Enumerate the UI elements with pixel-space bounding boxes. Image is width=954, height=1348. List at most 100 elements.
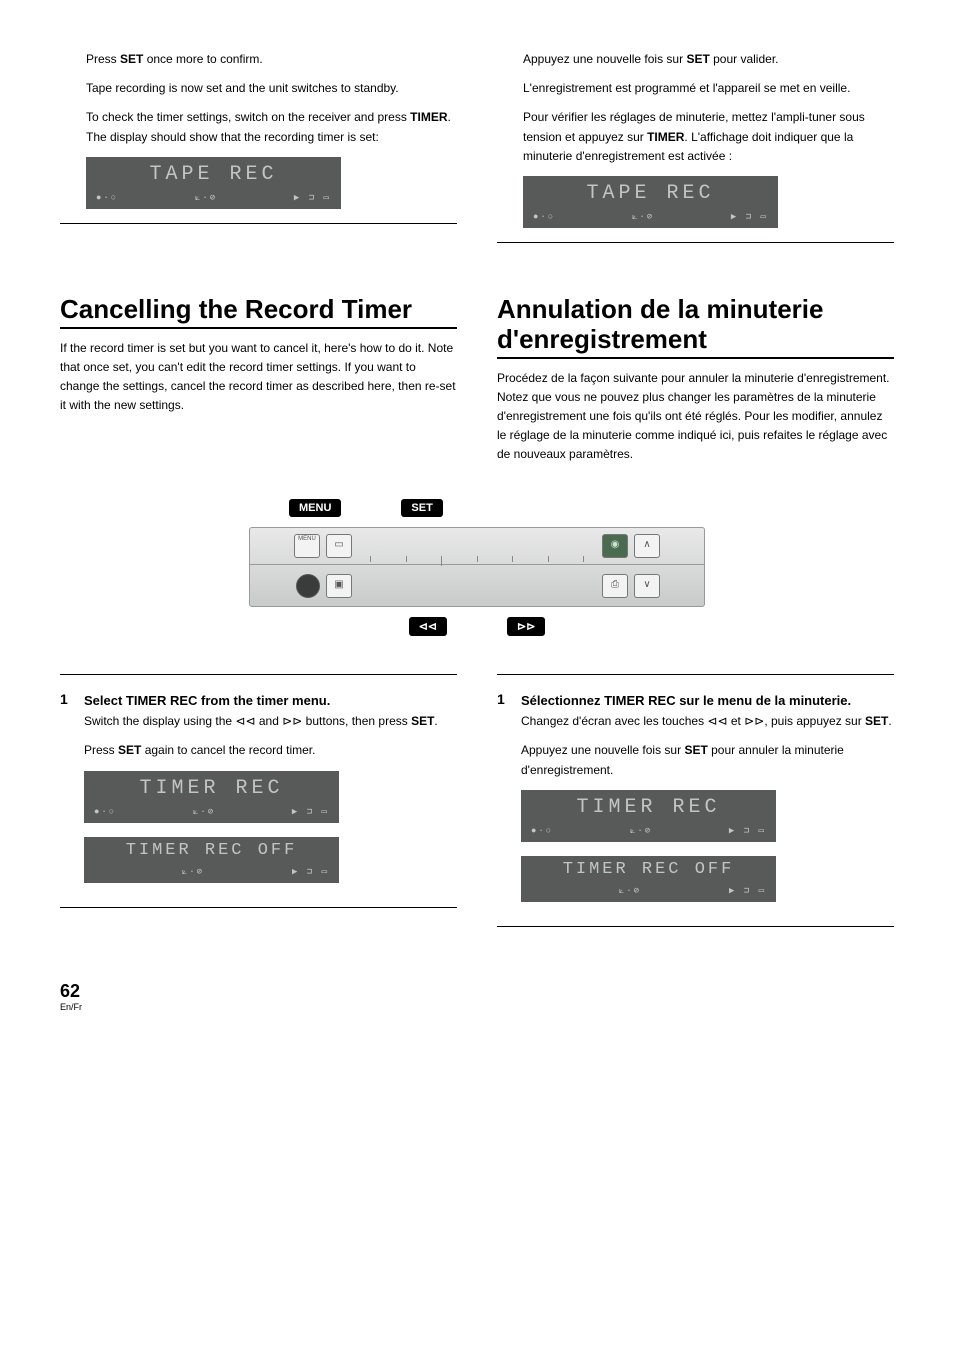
text: buttons, then press [302, 714, 411, 728]
top-col-fr: Appuyez une nouvelle fois sur SET pour v… [497, 50, 894, 259]
lcd-icons: ⟀·⊘ ▶ ⊐ ▭ [94, 867, 329, 877]
step-en: 1 Select TIMER REC from the timer menu. … [60, 691, 457, 897]
text: . [888, 714, 891, 728]
text: pour valider. [710, 52, 779, 66]
menu-label: MENU [289, 499, 341, 517]
timer-label: TIMER [647, 130, 684, 144]
lcd-icon-left: ●·○ [96, 193, 118, 203]
lcd-icon-right: ▶ ⊐ ▭ [292, 807, 329, 817]
set-label: SET [684, 743, 707, 757]
divider [60, 907, 457, 908]
steps-row: 1 Select TIMER REC from the timer menu. … [60, 664, 894, 943]
remote-scale [370, 556, 584, 568]
step-line1: Switch the display using the ⊲⊲ and ⊳⊳ b… [84, 712, 457, 731]
lcd-display: TIMER REC ●·○ ⟀·⊘ ▶ ⊐ ▭ [521, 790, 776, 842]
lcd-icon-left: ●·○ [531, 826, 553, 836]
text: again to cancel the record timer. [141, 743, 315, 757]
lcd-icon-mid: ⟀·⊘ [193, 807, 215, 817]
top-columns: Press SET once more to confirm. Tape rec… [60, 50, 894, 259]
fr-confirm-line: Appuyez une nouvelle fois sur SET pour v… [523, 50, 894, 69]
lcd-text: TAPE REC [86, 163, 341, 186]
lcd-icons: ⟀·⊘ ▶ ⊐ ▭ [531, 886, 766, 896]
step-title: Sélectionnez TIMER REC sur le menu de la… [521, 691, 894, 711]
divider [60, 674, 457, 675]
heading-row: Cancelling the Record Timer If the recor… [60, 259, 894, 475]
remote-illustration: MENU SET MENU ▭ ◉ ∧ ▣ ⎙ ∨ ⊲⊲ [60, 499, 894, 636]
remote-button: ⎙ [602, 574, 628, 598]
lcd-icon-right: ▶ ⊐ ▭ [729, 886, 766, 896]
lcd-text: TIMER REC OFF [521, 860, 776, 879]
lcd-icons: ●·○ ⟀·⊘ ▶ ⊐ ▭ [531, 826, 766, 836]
set-label: SET [686, 52, 709, 66]
next-icon: ⊳⊳ [282, 714, 302, 728]
text: Appuyez une nouvelle fois sur [521, 743, 684, 757]
step-number: 1 [497, 691, 507, 916]
next-label: ⊳⊳ [507, 617, 545, 636]
en-confirm-line: Press SET once more to confirm. [86, 50, 457, 69]
set-label: SET [118, 743, 141, 757]
set-label: SET [120, 52, 143, 66]
lcd-icon-mid: ⟀·⊘ [632, 212, 654, 222]
remote-button: ▣ [326, 574, 352, 598]
step-line2: Appuyez une nouvelle fois sur SET pour a… [521, 741, 894, 779]
step-line2: Press SET again to cancel the record tim… [84, 741, 457, 760]
set-label: SET [401, 499, 442, 517]
intro-en: If the record timer is set but you want … [60, 339, 457, 416]
en-standby-line: Tape recording is now set and the unit s… [86, 79, 457, 98]
step-fr: 1 Sélectionnez TIMER REC sur le menu de … [497, 691, 894, 916]
remote-body: MENU ▭ ◉ ∧ ▣ ⎙ ∨ [249, 527, 705, 607]
text: . [434, 714, 437, 728]
lcd-text: TIMER REC [521, 796, 776, 819]
remote-down-button: ∨ [634, 574, 660, 598]
lcd-icon-right: ▶ ⊐ ▭ [292, 867, 329, 877]
page-number: 62 [60, 981, 894, 1002]
set-label: SET [411, 714, 434, 728]
lcd-icons: ●·○ ⟀·⊘ ▶ ⊐ ▭ [94, 807, 329, 817]
menu-button-icon: MENU [294, 534, 320, 558]
text: Changez d'écran avec les touches [521, 714, 707, 728]
prev-icon: ⊲⊲ [707, 714, 727, 728]
heading-en: Cancelling the Record Timer [60, 295, 457, 329]
lcd-display: TIMER REC ●·○ ⟀·⊘ ▶ ⊐ ▭ [84, 771, 339, 823]
lcd-display: TIMER REC OFF ⟀·⊘ ▶ ⊐ ▭ [84, 837, 339, 883]
step-title: Select TIMER REC from the timer menu. [84, 691, 457, 711]
lcd-icon-mid: ⟀·⊘ [182, 867, 204, 877]
text: Press [86, 52, 120, 66]
divider [497, 674, 894, 675]
top-col-en: Press SET once more to confirm. Tape rec… [60, 50, 457, 259]
lcd-icon-right: ▶ ⊐ ▭ [294, 193, 331, 203]
lcd-display: TAPE REC ●·○ ⟀·⊘ ▶ ⊐ ▭ [86, 157, 341, 209]
lcd-icon-left: ●·○ [533, 212, 555, 222]
lcd-icons: ●·○ ⟀·⊘ ▶ ⊐ ▭ [96, 193, 331, 203]
lcd-icons: ●·○ ⟀·⊘ ▶ ⊐ ▭ [533, 212, 768, 222]
intro-fr: Procédez de la façon suivante pour annul… [497, 369, 894, 465]
lcd-icon-mid: ⟀·⊘ [630, 826, 652, 836]
step-line1: Changez d'écran avec les touches ⊲⊲ et ⊳… [521, 712, 894, 731]
divider [497, 926, 894, 927]
remote-button-green: ◉ [602, 534, 628, 558]
lcd-display: TAPE REC ●·○ ⟀·⊘ ▶ ⊐ ▭ [523, 176, 778, 228]
text: once more to confirm. [143, 52, 262, 66]
text: Switch the display using the [84, 714, 235, 728]
text: To check the timer settings, switch on t… [86, 110, 410, 124]
divider [497, 242, 894, 243]
remote-up-button: ∧ [634, 534, 660, 558]
text: and [256, 714, 283, 728]
en-check-line: To check the timer settings, switch on t… [86, 108, 457, 146]
power-icon [296, 574, 320, 598]
lcd-text: TAPE REC [523, 182, 778, 205]
lcd-icon-right: ▶ ⊐ ▭ [731, 212, 768, 222]
fr-check-line: Pour vérifier les réglages de minuterie,… [523, 108, 894, 166]
text: Press [84, 743, 118, 757]
step-number: 1 [60, 691, 70, 897]
lcd-icon-left: ●·○ [94, 807, 116, 817]
next-icon: ⊳⊳ [744, 714, 764, 728]
set-label: SET [865, 714, 888, 728]
text: Appuyez une nouvelle fois sur [523, 52, 686, 66]
lcd-text: TIMER REC [84, 777, 339, 800]
heading-fr: Annulation de la minuterie d'enregistrem… [497, 295, 894, 359]
prev-icon: ⊲⊲ [235, 714, 255, 728]
prev-label: ⊲⊲ [409, 617, 447, 636]
lcd-icon-mid: ⟀·⊘ [195, 193, 217, 203]
lcd-text: TIMER REC OFF [84, 841, 339, 860]
